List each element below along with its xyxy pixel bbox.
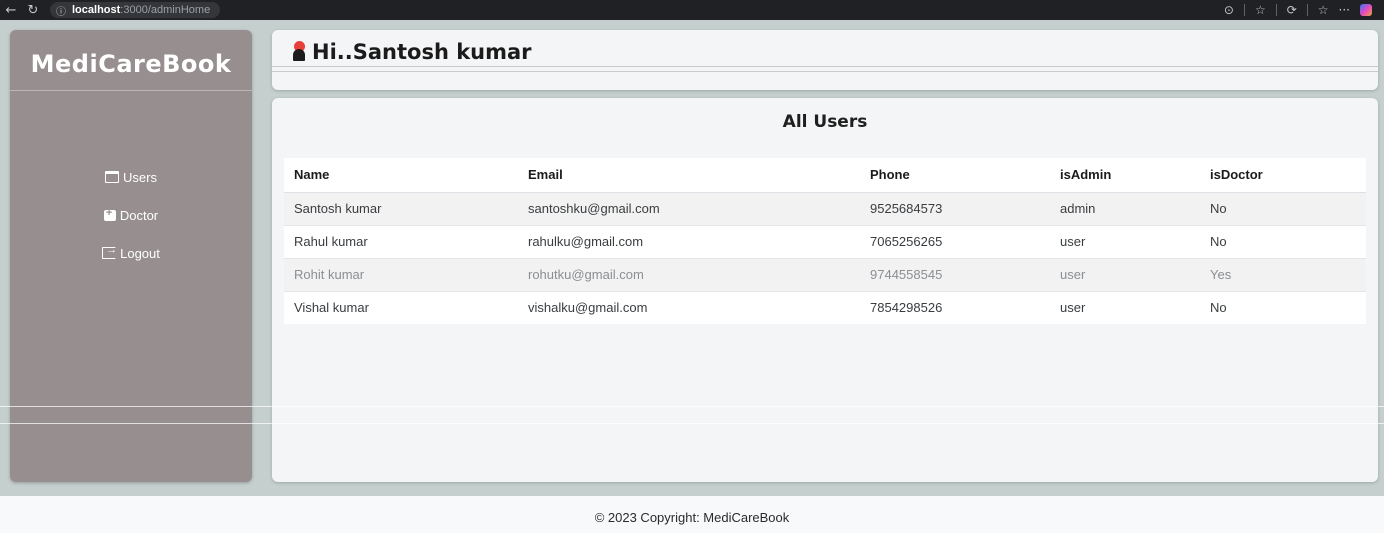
- more-menu-icon[interactable]: ···: [1339, 3, 1350, 17]
- greeting: Hi..Santosh kumar: [292, 40, 532, 64]
- column-header-email: Email: [518, 158, 860, 193]
- sidebar-item-logout[interactable]: Logout: [10, 234, 252, 272]
- url-path: :3000/adminHome: [120, 4, 211, 16]
- cell-phone: 9744558545: [860, 257, 1050, 291]
- main-content: All Users Name Email Phone isAdmin isDoc…: [272, 98, 1378, 482]
- separator: [1306, 4, 1308, 16]
- sidebar-item-doctor[interactable]: Doctor: [10, 196, 252, 234]
- bell-icon[interactable]: [292, 41, 306, 63]
- refresh-icon[interactable]: ↻: [22, 0, 44, 20]
- address-bar[interactable]: ⓘ localhost:3000/adminHome: [50, 2, 221, 18]
- cell-name: Santosh kumar: [284, 191, 518, 225]
- separator: [1243, 4, 1245, 16]
- cell-isdoctor: No: [1200, 191, 1366, 225]
- column-header-phone: Phone: [860, 158, 1050, 193]
- reader-mode-icon[interactable]: ⊙: [1224, 3, 1234, 17]
- greeting-text: Hi..Santosh kumar: [312, 40, 532, 64]
- page-footer: © 2023 Copyright: MediCareBook: [0, 496, 1384, 533]
- users-table: Name Email Phone isAdmin isDoctor Santos…: [284, 158, 1366, 324]
- page-header: Hi..Santosh kumar: [272, 30, 1378, 90]
- calendar-icon: [105, 171, 120, 183]
- cell-phone: 7854298526: [860, 290, 1050, 324]
- table-row: Vishal kumar vishalku@gmail.com 78542985…: [284, 290, 1366, 324]
- sidebar-menu: Users Doctor Logout: [10, 158, 252, 272]
- column-header-isdoctor: isDoctor: [1200, 158, 1366, 193]
- cell-isadmin: admin: [1050, 191, 1200, 225]
- sidebar-item-label: Logout: [120, 245, 160, 261]
- cell-isadmin: user: [1050, 257, 1200, 291]
- favorites-bar-icon[interactable]: ☆: [1318, 3, 1329, 17]
- cell-email: rahulku@gmail.com: [518, 224, 860, 258]
- column-header-isadmin: isAdmin: [1050, 158, 1200, 193]
- cell-email: rohutku@gmail.com: [518, 257, 860, 291]
- cell-name: Vishal kumar: [284, 290, 518, 324]
- cell-email: santoshku@gmail.com: [518, 191, 860, 225]
- cell-isadmin: user: [1050, 224, 1200, 258]
- table-row: Rahul kumar rahulku@gmail.com 7065256265…: [284, 224, 1366, 258]
- cell-name: Rohit kumar: [284, 257, 518, 291]
- sidebar-item-label: Doctor: [119, 207, 159, 223]
- sidebar-item-label: Users: [123, 169, 157, 185]
- browser-actions: ⊙ ☆ ⟳ ☆ ···: [1224, 3, 1384, 17]
- cell-isdoctor: Yes: [1200, 257, 1366, 291]
- site-info-icon[interactable]: ⓘ: [56, 3, 66, 18]
- cell-name: Rahul kumar: [284, 224, 518, 258]
- logout-icon: [102, 244, 117, 259]
- header-divider: [272, 66, 1378, 72]
- bell-body: [293, 49, 305, 61]
- doctor-bag-icon: [103, 207, 116, 221]
- cell-phone: 9525684573: [860, 191, 1050, 225]
- back-arrow-icon[interactable]: ←: [0, 0, 22, 20]
- table-row: Santosh kumar santoshku@gmail.com 952568…: [284, 191, 1366, 225]
- cell-isadmin: user: [1050, 290, 1200, 324]
- copilot-icon[interactable]: [1360, 4, 1372, 16]
- cell-phone: 7065256265: [860, 224, 1050, 258]
- table-header-row: Name Email Phone isAdmin isDoctor: [284, 158, 1366, 193]
- copyright-text: © 2023 Copyright: MediCareBook: [594, 510, 790, 525]
- app-logo: MediCareBook: [30, 50, 232, 78]
- browser-toolbar: ← ↻ ⓘ localhost:3000/adminHome ⊙ ☆ ⟳ ☆ ·…: [0, 0, 1384, 20]
- sidebar: MediCareBook Users Doctor Logout: [10, 30, 252, 482]
- url-host: localhost: [72, 4, 121, 16]
- extensions-icon[interactable]: ⟳: [1287, 3, 1297, 17]
- cell-isdoctor: No: [1200, 290, 1366, 324]
- separator: [1275, 4, 1277, 16]
- column-header-name: Name: [284, 158, 518, 193]
- logo-divider: [10, 90, 252, 91]
- favorite-icon[interactable]: ☆: [1255, 3, 1266, 17]
- cell-email: vishalku@gmail.com: [518, 290, 860, 324]
- page-title: All Users: [782, 112, 868, 132]
- cell-isdoctor: No: [1200, 224, 1366, 258]
- sidebar-item-users[interactable]: Users: [10, 158, 252, 196]
- table-row: Rohit kumar rohutku@gmail.com 9744558545…: [284, 257, 1366, 291]
